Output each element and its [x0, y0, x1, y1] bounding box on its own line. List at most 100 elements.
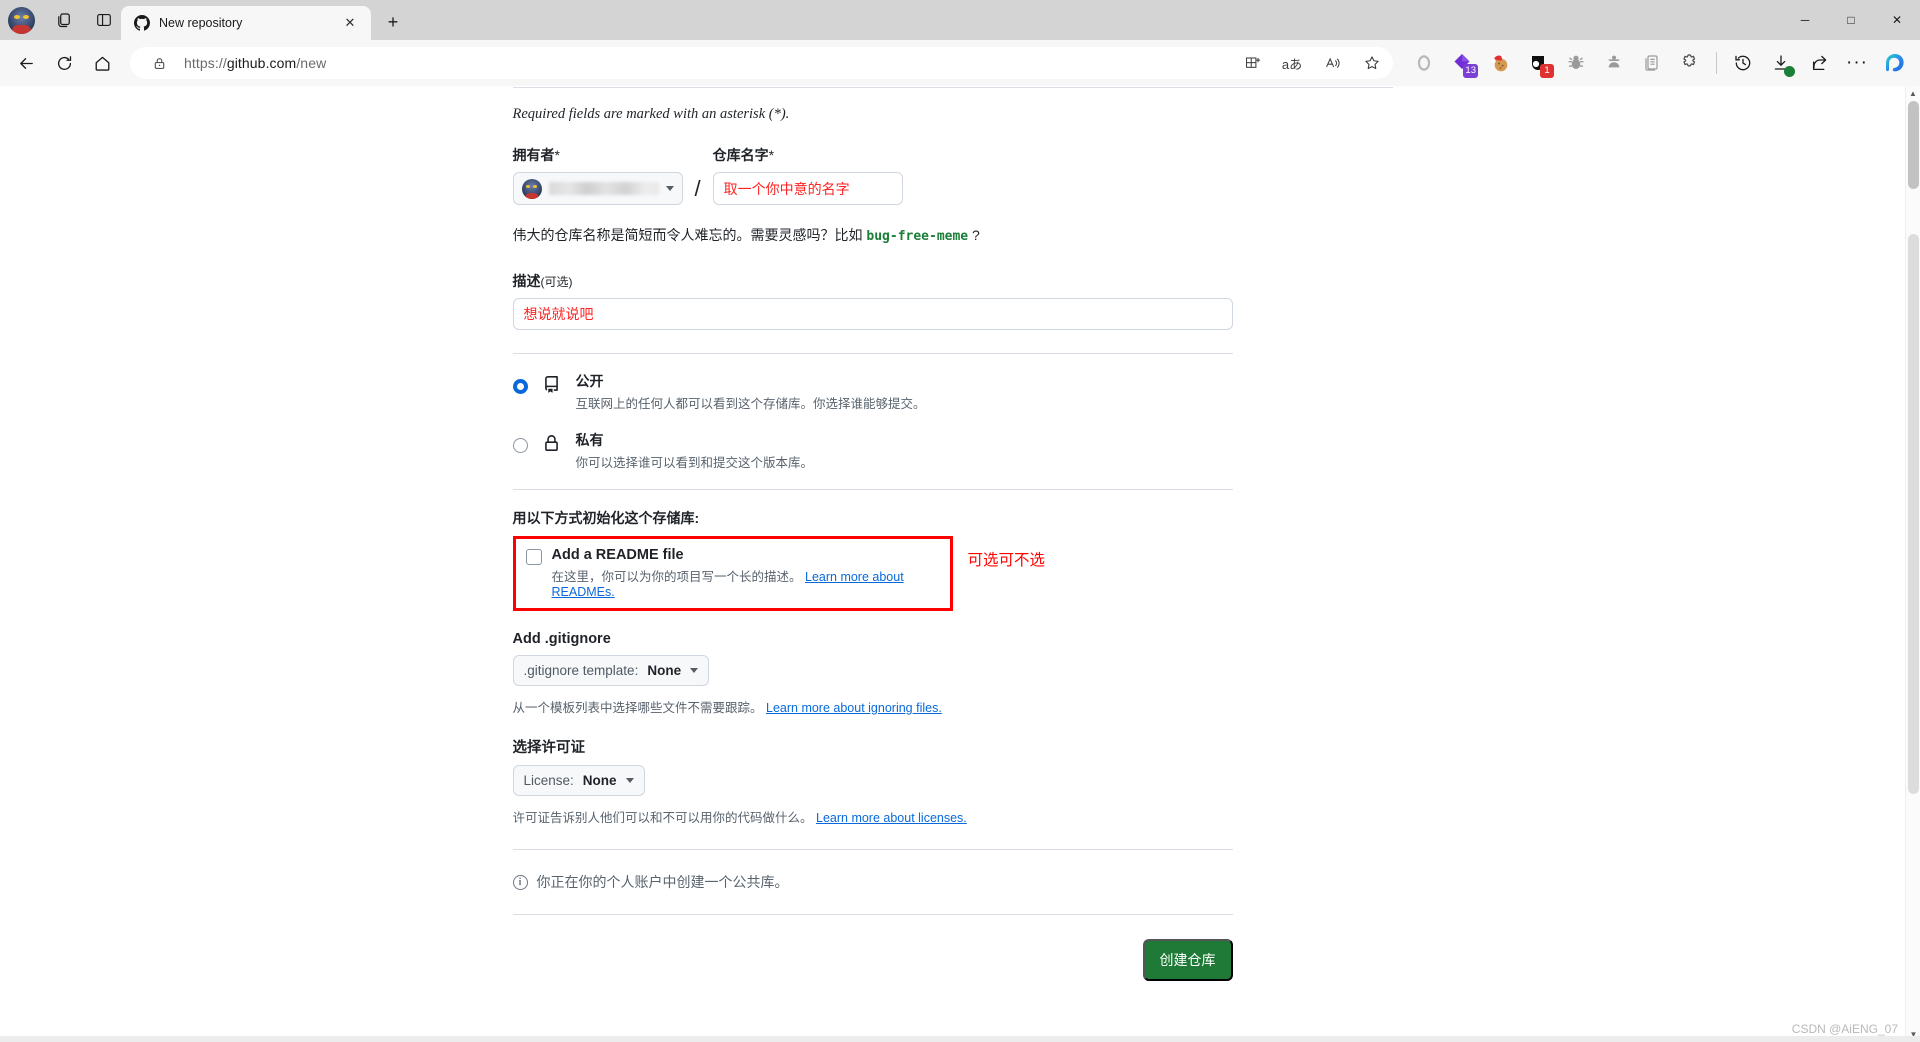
- profile-avatar[interactable]: [8, 6, 35, 34]
- annotation-optional: 可选可不选: [967, 552, 1046, 569]
- divider-after-visibility: [512, 489, 1233, 490]
- scroll-up-arrow[interactable]: ▲: [1906, 86, 1920, 101]
- repo-name-input[interactable]: 取一个你中意的名字: [712, 172, 903, 205]
- url-text: https://github.com/new: [184, 55, 327, 71]
- scrollbar-thumb[interactable]: [1908, 101, 1919, 189]
- history-icon[interactable]: [1726, 46, 1760, 80]
- license-help-text: 许可证告诉别人他们可以和不可以用你的代码做什么。 Learn more abou…: [512, 811, 967, 825]
- split-screen-icon[interactable]: [1237, 49, 1267, 77]
- puzzle-extensions-icon[interactable]: [1673, 46, 1707, 80]
- download-complete-badge: [1784, 66, 1795, 77]
- opera-ring-icon[interactable]: [1407, 46, 1441, 80]
- back-icon[interactable]: [8, 45, 44, 81]
- divider-before-submit: [512, 914, 1233, 915]
- cookie-santa-extension-icon[interactable]: [1483, 46, 1517, 80]
- black-capsule-extension-icon[interactable]: 1: [1521, 46, 1555, 80]
- info-icon: i: [512, 874, 528, 890]
- required-fields-note: Required fields are marked with an aster…: [512, 106, 790, 122]
- address-bar[interactable]: https://github.com/new aあ: [130, 47, 1393, 79]
- checkbox-add-readme[interactable]: [525, 549, 542, 565]
- browser-toolbar: https://github.com/new aあ 13 1 ···: [0, 40, 1920, 86]
- owner-field-group: 拥有者*: [512, 145, 683, 205]
- tab-collections-icon[interactable]: [47, 3, 81, 37]
- license-dropdown[interactable]: License: None: [512, 765, 645, 796]
- visibility-options: 公开 互联网上的任何人都可以看到这个存储库。你选择谁能够提交。 私有 你可以选择…: [512, 371, 1393, 471]
- visibility-public-desc: 互联网上的任何人都可以看到这个存储库。你选择谁能够提交。: [575, 397, 926, 411]
- chevron-down-icon: [625, 778, 634, 783]
- downloads-complete-icon[interactable]: [1764, 46, 1798, 80]
- favorite-star-icon[interactable]: [1357, 49, 1387, 77]
- home-icon[interactable]: [84, 45, 120, 81]
- extension-icons: 13 1 ···: [1403, 46, 1912, 80]
- owner-and-name-row: 拥有者* / 仓库名字* 取一个你中意的名字: [512, 145, 1393, 205]
- watermark: CSDN @AiENG_07: [1791, 1022, 1898, 1036]
- suggested-repo-name[interactable]: bug-free-meme: [866, 229, 968, 244]
- github-new-repository-page: Required fields are marked with an aster…: [0, 86, 1905, 1042]
- gitignore-section-title: Add .gitignore: [512, 631, 611, 647]
- agent-extension-icon[interactable]: [1597, 46, 1631, 80]
- license-dropdown-value: None: [582, 773, 617, 788]
- gitignore-template-dropdown[interactable]: .gitignore template: None: [512, 655, 710, 686]
- bottom-strip: [0, 1036, 1920, 1042]
- description-input[interactable]: 想说就说吧: [512, 298, 1233, 330]
- repo-name-label: 仓库名字*: [712, 147, 775, 163]
- visibility-private-desc: 你可以选择谁可以看到和提交这个版本库。: [575, 456, 814, 470]
- description-label: 描述(可选): [512, 273, 573, 289]
- bug-extension-icon[interactable]: [1559, 46, 1593, 80]
- visibility-public-title: 公开: [575, 373, 604, 389]
- hint-prefix: 伟大的仓库名称是简短而令人难忘的。需要灵感吗？比如: [512, 227, 867, 243]
- github-icon: [134, 15, 150, 31]
- owner-label: 拥有者*: [512, 147, 560, 163]
- maximize-button[interactable]: □: [1828, 0, 1874, 40]
- new-tab-button[interactable]: +: [377, 6, 409, 38]
- owner-name-separator: /: [694, 176, 701, 201]
- readme-option-highlight-box: Add a README file 在这里，你可以为你的项目写一个长的描述。 L…: [512, 536, 1045, 611]
- divider-before-notice: [512, 849, 1233, 850]
- purple-diamond-extension-icon[interactable]: 13: [1445, 46, 1479, 80]
- clipboard-extension-icon[interactable]: [1635, 46, 1669, 80]
- radio-private[interactable]: [512, 438, 528, 453]
- gitignore-dropdown-value: None: [647, 663, 682, 678]
- divider-after-description: [512, 353, 1233, 354]
- readme-desc: 在这里，你可以为你的项目写一个长的描述。 Learn more about RE…: [551, 570, 904, 599]
- extension-badge-count: 1: [1540, 64, 1554, 78]
- submit-row: 创建仓库: [513, 939, 1233, 981]
- browser-window: New repository ✕ + ─ □ ✕ https://github.…: [0, 0, 1920, 1042]
- form-top-divider: [512, 87, 1393, 88]
- read-aloud-icon[interactable]: [1317, 49, 1347, 77]
- window-controls: ─ □ ✕: [1782, 0, 1920, 40]
- settings-more-icon[interactable]: ···: [1840, 46, 1874, 80]
- lock-icon: [144, 49, 174, 77]
- tab-title: New repository: [159, 16, 243, 30]
- minimize-button[interactable]: ─: [1782, 0, 1828, 40]
- repo-name-value: 取一个你中意的名字: [723, 180, 850, 197]
- share-icon[interactable]: [1802, 46, 1836, 80]
- refresh-icon[interactable]: [46, 45, 82, 81]
- visibility-option-public[interactable]: 公开 互联网上的任何人都可以看到这个存储库。你选择谁能够提交。: [512, 371, 1393, 412]
- radio-public[interactable]: [512, 379, 528, 394]
- gitignore-help-text: 从一个模板列表中选择哪些文件不需要跟踪。 Learn more about ig…: [512, 701, 942, 715]
- owner-select[interactable]: [512, 172, 683, 205]
- page-scrollbar[interactable]: ▲ ▼: [1905, 86, 1920, 1042]
- visibility-option-private[interactable]: 私有 你可以选择谁可以看到和提交这个版本库。: [512, 430, 1393, 471]
- scrollbar-track-region[interactable]: [1908, 234, 1919, 794]
- description-value: 想说就说吧: [523, 306, 594, 322]
- new-repository-form: Required fields are marked with an aster…: [512, 86, 1393, 981]
- extension-badge-count: 13: [1463, 64, 1478, 78]
- close-window-button[interactable]: ✕: [1874, 0, 1920, 40]
- translate-icon[interactable]: aあ: [1277, 49, 1307, 77]
- browser-tab[interactable]: New repository ✕: [121, 6, 371, 40]
- license-section-title: 选择许可证: [512, 740, 586, 756]
- initialize-section-title: 用以下方式初始化这个存储库:: [512, 510, 700, 526]
- browser-titlebar: New repository ✕ + ─ □ ✕: [0, 0, 1920, 40]
- license-dropdown-label: License:: [523, 773, 574, 788]
- split-pane-icon[interactable]: [87, 3, 121, 37]
- learn-more-ignoring-files-link[interactable]: Learn more about ignoring files.: [766, 701, 942, 715]
- readme-title: Add a README file: [551, 547, 684, 563]
- close-icon[interactable]: ✕: [339, 12, 361, 34]
- tabstrip: New repository ✕ +: [121, 0, 409, 40]
- create-repository-button[interactable]: 创建仓库: [1142, 939, 1233, 981]
- learn-more-licenses-link[interactable]: Learn more about licenses.: [816, 811, 967, 825]
- copilot-icon[interactable]: [1878, 46, 1912, 80]
- lock-icon: [541, 435, 563, 452]
